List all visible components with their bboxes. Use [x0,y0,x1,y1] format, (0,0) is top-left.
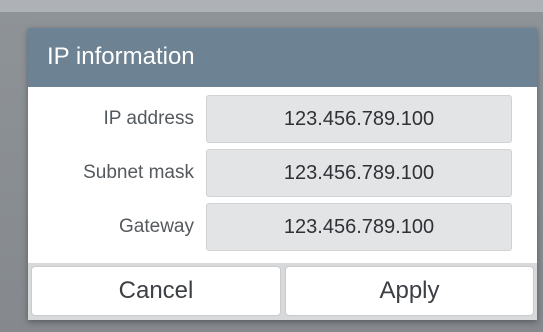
cancel-button[interactable]: Cancel [31,266,281,316]
gateway-label: Gateway [119,216,194,237]
button-bar: Cancel Apply [28,263,537,320]
ip-address-row: IP address 123.456.789.100 [28,95,537,143]
gateway-field[interactable]: 123.456.789.100 [206,203,512,251]
dialog-title: IP information [47,43,195,70]
apply-button[interactable]: Apply [285,266,534,316]
subnet-mask-field[interactable]: 123.456.789.100 [206,149,512,197]
ip-information-dialog: IP information IP address 123.456.789.10… [28,28,537,320]
gateway-row: Gateway 123.456.789.100 [28,203,537,251]
subnet-mask-row: Subnet mask 123.456.789.100 [28,149,537,197]
background-top-strip [0,0,543,12]
dialog-header: IP information [28,28,537,87]
ip-address-label: IP address [103,108,194,129]
ip-address-field[interactable]: 123.456.789.100 [206,95,512,143]
subnet-mask-label: Subnet mask [83,162,194,183]
